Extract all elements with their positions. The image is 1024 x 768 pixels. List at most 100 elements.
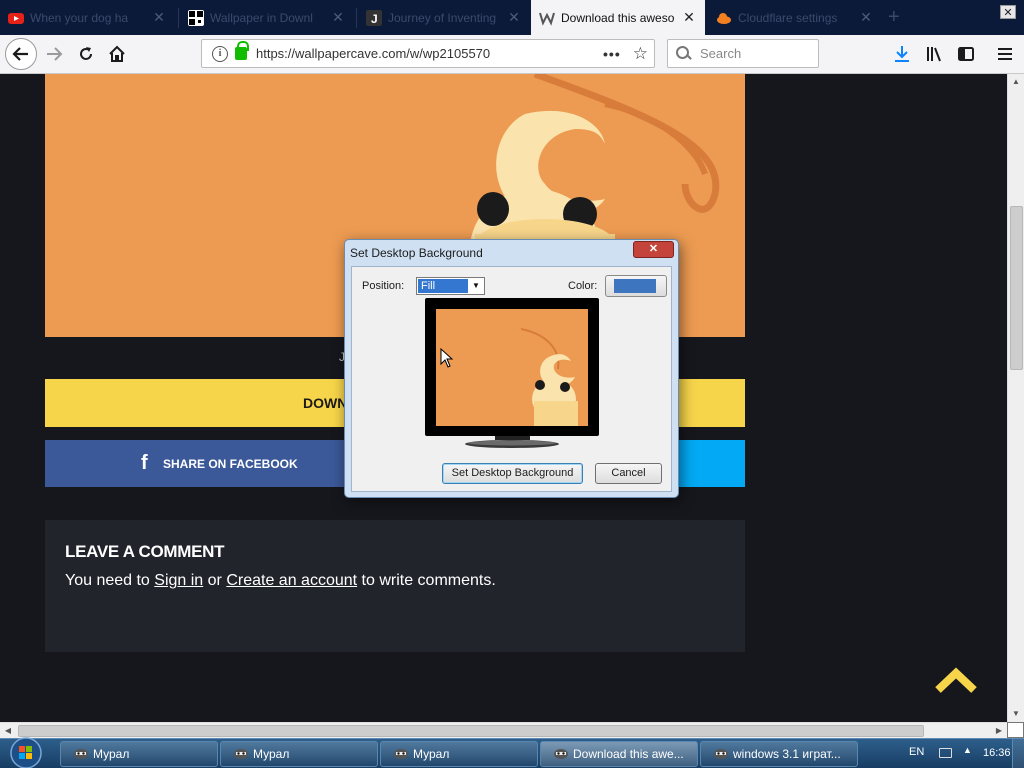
raccoon-app-icon	[394, 749, 408, 759]
library-icon	[927, 47, 941, 62]
color-picker-button[interactable]	[605, 275, 667, 297]
tab-close-icon[interactable]: ✕	[681, 9, 697, 26]
raccoon-app-icon	[74, 749, 88, 759]
comment-text: or	[203, 572, 227, 589]
dialog-titlebar[interactable]: Set Desktop Background ✕	[345, 240, 678, 266]
tab-download-wallpaper[interactable]: Download this aweso ✕	[531, 0, 705, 35]
preview-art	[436, 309, 588, 426]
taskbar-item-label: windows 3.1 играт...	[733, 747, 841, 761]
scroll-up-icon[interactable]: ▲	[1008, 74, 1024, 90]
forward-arrow-icon	[47, 47, 63, 61]
scroll-right-icon[interactable]: ▶	[991, 723, 1007, 739]
downloads-button[interactable]	[887, 39, 917, 69]
page-actions-icon[interactable]: •••	[603, 46, 621, 62]
search-icon	[676, 45, 692, 62]
tab-title: Journey of Inventing	[388, 10, 497, 25]
color-swatch	[614, 279, 656, 293]
download-icon	[895, 46, 909, 62]
vertical-scroll-thumb[interactable]	[1010, 206, 1023, 370]
tab-separator	[356, 8, 357, 28]
language-indicator[interactable]: EN	[909, 746, 924, 758]
monitor-stand	[465, 436, 559, 448]
tab-title: Wallpaper in Downl	[210, 10, 313, 25]
tab-title: Download this aweso	[561, 10, 675, 25]
chevron-down-icon[interactable]: ▼	[469, 279, 483, 293]
tab-journey[interactable]: J Journey of Inventing ✕	[358, 0, 530, 35]
tab-separator	[178, 8, 179, 28]
j-icon: J	[366, 9, 382, 26]
set-desktop-background-dialog: Set Desktop Background ✕ Position: Fill …	[344, 239, 679, 498]
taskbar-item-label: Download this awe...	[573, 747, 684, 761]
url-text[interactable]: https://wallpapercave.com/w/wp2105570	[256, 46, 603, 61]
address-bar[interactable]: i https://wallpapercave.com/w/wp2105570 …	[201, 39, 655, 68]
create-account-link[interactable]: Create an account	[226, 572, 357, 589]
scroll-to-top-icon[interactable]	[934, 666, 978, 696]
new-tab-icon[interactable]: +	[888, 6, 900, 29]
comment-text: You need to	[65, 572, 155, 589]
wallpaper-preview	[436, 309, 588, 426]
sidebar-button[interactable]	[951, 39, 981, 69]
search-input[interactable]: Search	[667, 39, 819, 68]
facebook-label: SHARE ON FACEBOOK	[163, 456, 298, 471]
taskbar-item-label: Мурал	[253, 747, 290, 761]
vertical-scrollbar[interactable]: ▲ ▼	[1007, 74, 1024, 722]
horizontal-scrollbar[interactable]: ◀ ▶	[0, 722, 1007, 738]
keyboard-icon[interactable]	[939, 748, 952, 758]
raccoon-app-icon	[234, 749, 248, 759]
start-orb-icon[interactable]	[4, 736, 44, 768]
system-clock[interactable]: 16:36	[983, 747, 1011, 759]
taskbar-item[interactable]: Мурал	[380, 741, 538, 767]
dialog-title: Set Desktop Background	[350, 246, 483, 260]
taskbar-item-active[interactable]: Download this awe...	[540, 741, 698, 767]
scroll-down-icon[interactable]: ▼	[1008, 706, 1024, 722]
back-button[interactable]	[5, 38, 37, 70]
dialog-close-icon[interactable]: ✕	[633, 241, 674, 258]
library-button[interactable]	[919, 39, 949, 69]
horizontal-scroll-thumb[interactable]	[18, 725, 924, 737]
taskbar-item[interactable]: windows 3.1 играт...	[700, 741, 858, 767]
facebook-icon: f	[141, 452, 148, 474]
window-close-icon[interactable]: ✕	[1000, 5, 1016, 19]
comment-section: LEAVE A COMMENT You need to Sign in or C…	[45, 520, 745, 652]
tab-close-icon[interactable]: ✕	[330, 9, 346, 26]
tab-title: Cloudflare settings	[738, 10, 838, 25]
mouse-cursor-icon	[440, 348, 454, 368]
reload-icon	[80, 47, 92, 60]
show-hidden-icons-icon[interactable]: ▲	[963, 745, 972, 755]
comment-text: to write comments.	[357, 572, 496, 589]
youtube-icon	[8, 12, 24, 24]
taskbar-item[interactable]: Мурал	[220, 741, 378, 767]
taskbar-item[interactable]: Мурал	[60, 741, 218, 767]
tab-close-icon[interactable]: ✕	[151, 9, 167, 26]
bookmark-star-icon[interactable]: ☆	[633, 44, 648, 64]
tab-wallpaper-download[interactable]: Wallpaper in Downl ✕	[180, 0, 354, 35]
tab-cloudflare[interactable]: Cloudflare settings ✕	[708, 0, 882, 35]
svg-text:J: J	[371, 12, 378, 26]
info-icon[interactable]: i	[212, 45, 228, 62]
position-value: Fill	[418, 279, 468, 293]
forward-button[interactable]	[39, 39, 69, 69]
position-select[interactable]: Fill ▼	[416, 277, 485, 295]
reload-button[interactable]	[71, 39, 101, 69]
download-label: DOWN	[303, 395, 348, 411]
cancel-button[interactable]: Cancel	[595, 463, 662, 484]
lock-icon[interactable]	[235, 41, 249, 60]
sign-in-link[interactable]: Sign in	[154, 572, 203, 589]
dialog-body: Position: Fill ▼ Color: Set Desktop Back…	[351, 266, 672, 492]
taskbar-item-label: Мурал	[413, 747, 450, 761]
home-icon	[109, 45, 125, 62]
show-desktop-button[interactable]	[1012, 739, 1024, 768]
sidebar-icon	[958, 47, 974, 61]
home-button[interactable]	[102, 39, 132, 69]
color-label: Color:	[568, 280, 598, 292]
search-placeholder: Search	[700, 46, 742, 61]
tab-close-icon[interactable]: ✕	[858, 9, 874, 26]
raccoon-app-icon	[714, 749, 728, 759]
share-facebook-button[interactable]: f SHARE ON FACEBOOK	[45, 440, 395, 487]
menu-button[interactable]	[990, 39, 1020, 69]
navigation-toolbar: i https://wallpapercave.com/w/wp2105570 …	[0, 35, 1024, 74]
tab-close-icon[interactable]: ✕	[506, 9, 522, 26]
set-desktop-background-button[interactable]: Set Desktop Background	[442, 463, 583, 484]
tab-youtube[interactable]: When your dog ha ✕	[0, 0, 175, 35]
back-arrow-icon	[12, 47, 28, 61]
